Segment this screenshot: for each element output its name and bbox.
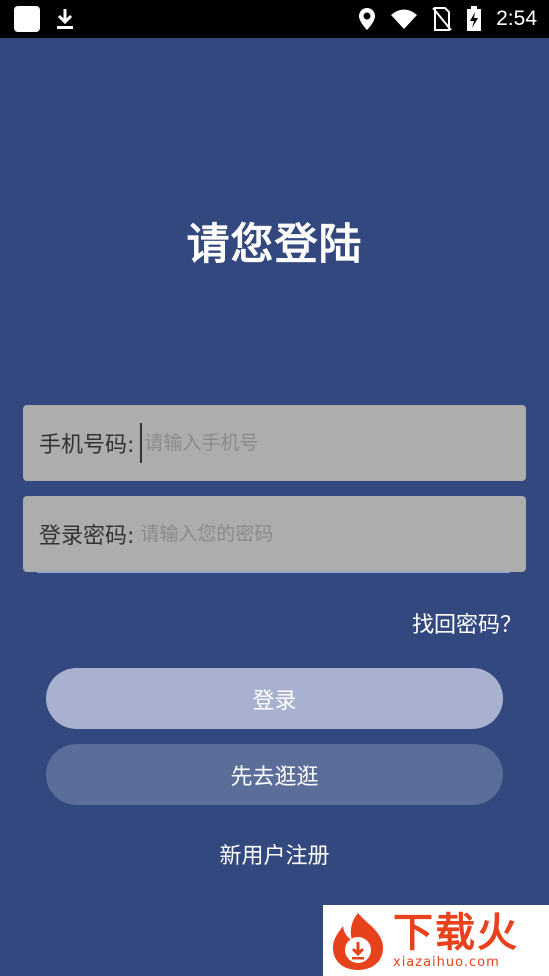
status-time: 2:54	[496, 7, 537, 30]
location-icon	[359, 8, 376, 30]
phone-input[interactable]	[140, 423, 526, 463]
status-left	[14, 6, 76, 32]
watermark: 下载火 xiazaihuo.com	[323, 905, 549, 976]
wifi-icon	[391, 9, 418, 29]
phone-field[interactable]: 手机号码:	[23, 405, 526, 481]
app-notification-icon	[14, 6, 40, 32]
download-icon	[57, 9, 73, 29]
phone-label: 手机号码:	[39, 433, 135, 458]
status-bar: 2:54	[0, 0, 549, 38]
watermark-domain: xiazaihuo.com	[393, 955, 500, 970]
page-title: 请您登陆	[186, 220, 363, 270]
browse-button[interactable]: 先去逛逛	[46, 744, 503, 805]
password-input[interactable]	[140, 514, 526, 554]
password-label: 登录密码:	[39, 524, 135, 549]
flame-logo-icon	[333, 912, 383, 970]
battery-charging-icon	[467, 6, 482, 31]
register-link[interactable]: 新用户注册	[0, 838, 549, 870]
no-sim-icon	[432, 7, 452, 31]
login-button[interactable]: 登录	[46, 668, 503, 729]
status-right: 2:54	[358, 6, 537, 32]
watermark-brand: 下载火	[393, 910, 519, 956]
password-field[interactable]: 登录密码:	[23, 496, 526, 572]
watermark-text: 下载火 xiazaihuo.com	[393, 911, 519, 970]
password-underline	[37, 571, 510, 573]
forgot-password-link[interactable]: 找回密码？	[412, 607, 522, 639]
